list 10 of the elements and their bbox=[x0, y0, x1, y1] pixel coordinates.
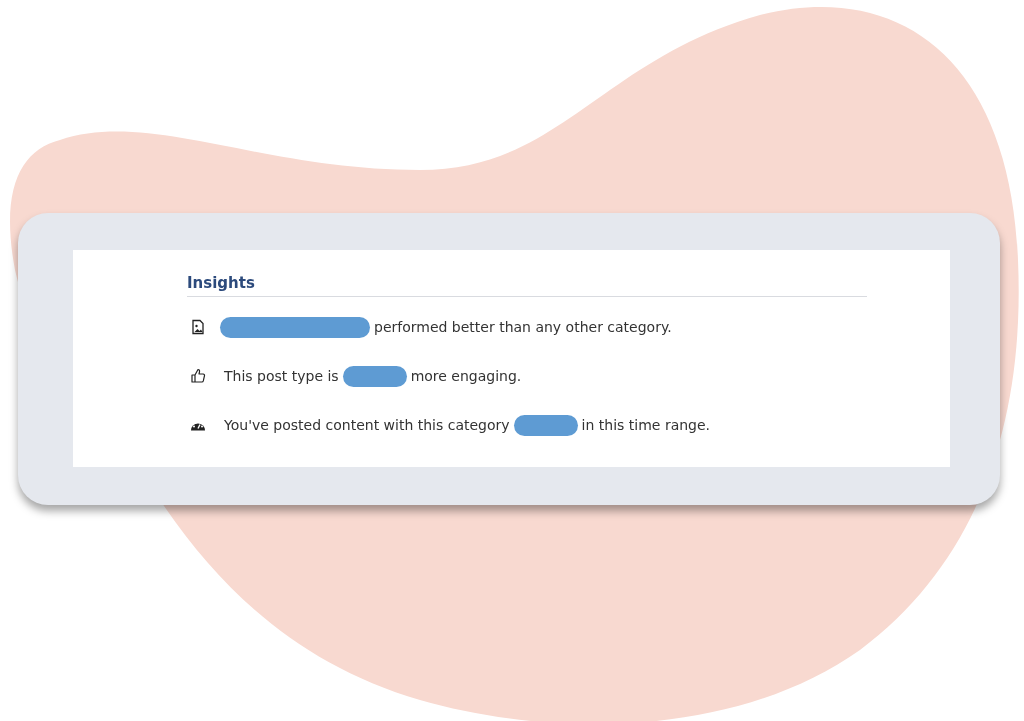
section-title: Insights bbox=[187, 274, 256, 294]
insight-text: performed better than any other category. bbox=[374, 319, 672, 335]
image-file-icon bbox=[190, 319, 206, 335]
insight-text: in this time range. bbox=[581, 417, 711, 433]
redacted-value bbox=[513, 414, 578, 436]
insight-text: more engaging. bbox=[410, 368, 522, 384]
insight-text: This post type is bbox=[224, 368, 339, 384]
insight-text: You've posted content with this category bbox=[224, 417, 510, 433]
thumbs-up-icon bbox=[190, 368, 206, 384]
redacted-value bbox=[342, 365, 407, 387]
